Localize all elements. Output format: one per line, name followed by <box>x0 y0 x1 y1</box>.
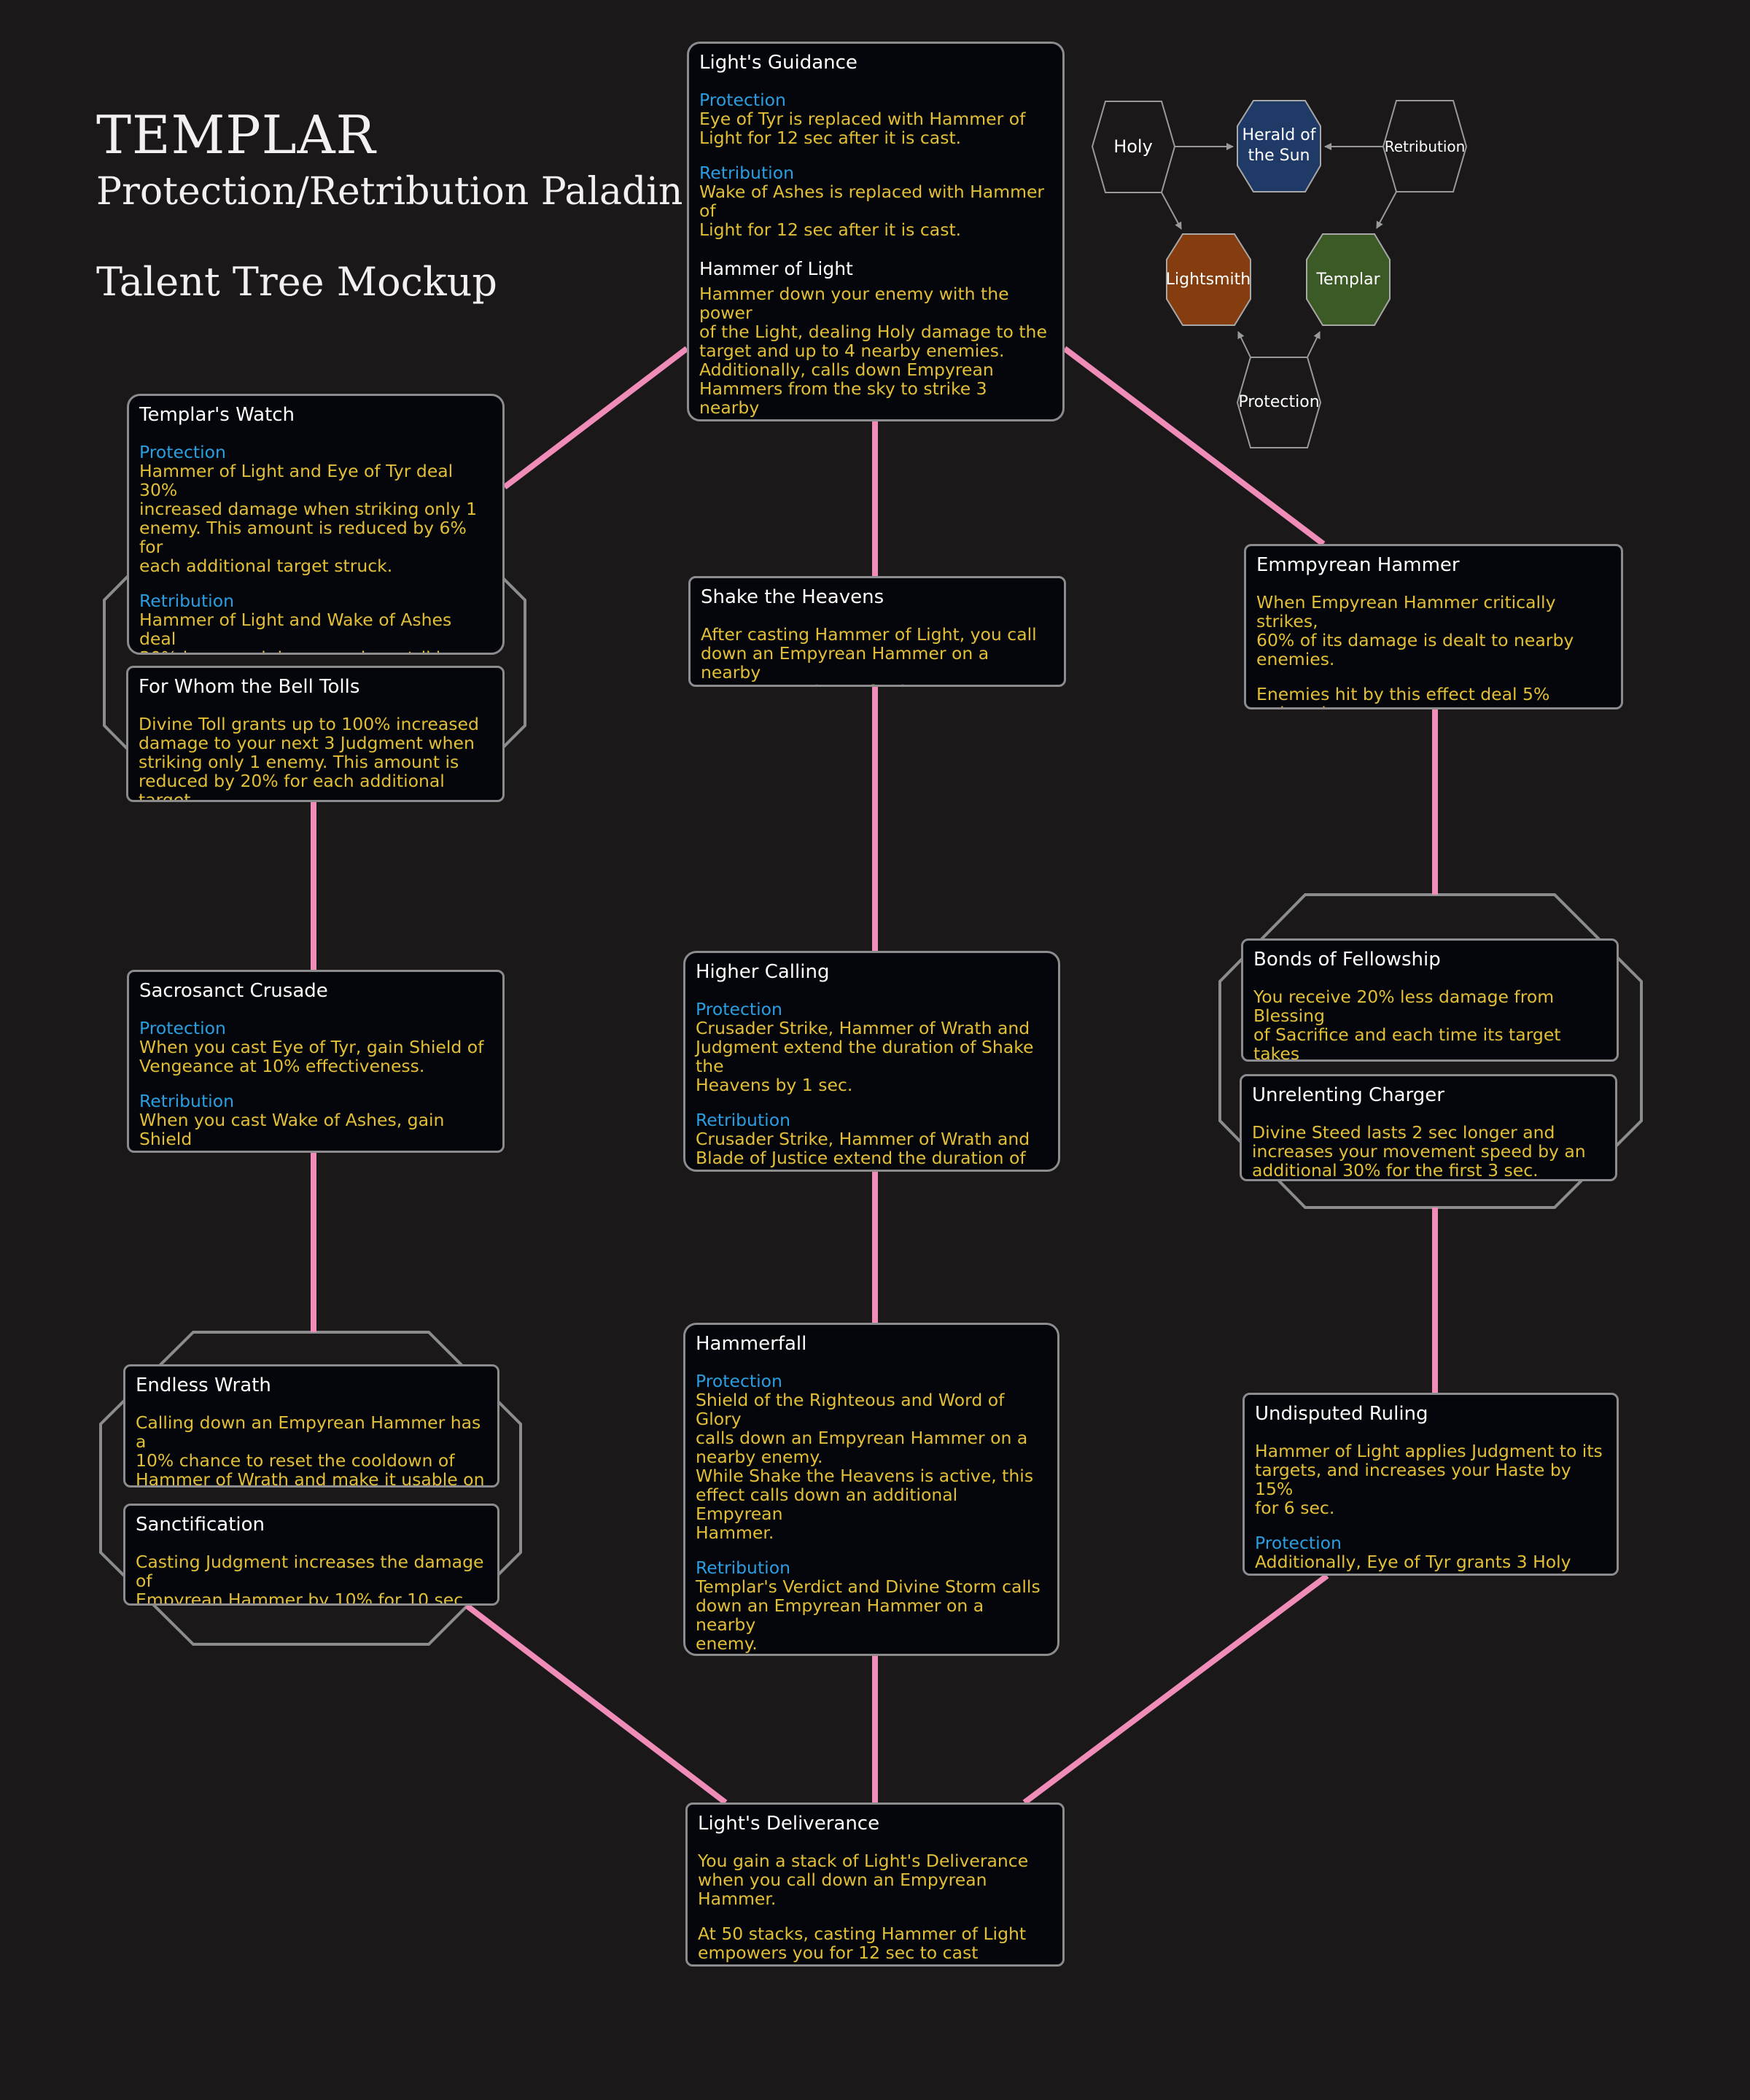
node-name: Shake the Heavens <box>701 586 884 608</box>
node-description: Shield of the Righteous and Word of Glor… <box>696 1390 1034 1543</box>
node-bonds-of-fellowship[interactable]: Bonds of Fellowship You receive 20% less… <box>1241 938 1619 1062</box>
spec-label-protection: Protection <box>696 999 782 1019</box>
legend-arrow-prot-templar <box>1307 331 1321 358</box>
node-description: Additionally, Eye of Tyr grants 3 Holy P… <box>1255 1552 1571 1574</box>
node-description: Casting Judgment increases the damage of… <box>136 1552 484 1606</box>
node-name: Sacrosanct Crusade <box>139 980 328 1002</box>
node-description: After casting Hammer of Light, you call … <box>701 624 1037 685</box>
node-higher-calling[interactable]: Higher Calling Protection Crusader Strik… <box>683 951 1060 1172</box>
spec-label-retribution: Retribution <box>696 1558 790 1578</box>
spec-label-retribution: Retribution <box>139 591 234 611</box>
node-name: Undisputed Ruling <box>1255 1403 1428 1425</box>
edge-ruling-deliverance <box>1022 1573 1329 1805</box>
legend-label-lightsmith: Lightsmith <box>1165 271 1251 289</box>
node-description: Wake of Ashes is replaced with Hammer of… <box>699 182 1045 240</box>
node-description: You gain a stack of Light's Deliverance … <box>698 1851 1029 1909</box>
node-description: Crusader Strike, Hammer of Wrath and Jud… <box>696 1018 1034 1095</box>
page-subtitle: Protection/Retribution Paladin <box>96 170 683 214</box>
legend-label-protection: Protection <box>1238 393 1320 411</box>
legend-label-templar: Templar <box>1316 271 1380 289</box>
spec-label-protection: Protection <box>139 442 226 462</box>
ability-description: Hammer down your enemy with the power of… <box>699 284 1047 419</box>
ability-name: Hammer of Light <box>699 258 853 279</box>
node-undisputed-ruling[interactable]: Undisputed Ruling Hammer of Light applie… <box>1242 1393 1619 1576</box>
node-description: When you cast Eye of Tyr, gain Shield of… <box>139 1037 484 1076</box>
node-description: Hammer of Light and Eye of Tyr deal 30% … <box>139 461 478 576</box>
legend-arrow-ret-templar <box>1376 191 1397 229</box>
node-unrelenting-charger[interactable]: Unrelenting Charger Divine Steed lasts 2… <box>1240 1074 1617 1181</box>
node-name: Bonds of Fellowship <box>1253 949 1441 971</box>
node-description: Hammer of Light applies Judgment to its … <box>1255 1441 1603 1518</box>
node-description: Templar's Verdict and Divine Storm calls… <box>696 1576 1041 1654</box>
node-description: You receive 20% less damage from Blessin… <box>1253 987 1561 1062</box>
legend-label-holy: Holy <box>1113 136 1153 157</box>
spec-label-protection: Protection <box>1255 1533 1342 1553</box>
node-description: Enemies hit by this effect deal 5% reduc… <box>1256 684 1550 707</box>
node-description: At 50 stacks, casting Hammer of Light em… <box>698 1924 1027 1964</box>
node-hammerfall[interactable]: Hammerfall Protection Shield of the Righ… <box>683 1323 1059 1656</box>
node-description: When Empyrean Hammer critically strikes,… <box>1256 592 1574 669</box>
legend-label-herald-of-the-sun: Herald of the Sun <box>1242 126 1316 165</box>
node-name: Emmpyrean Hammer <box>1256 554 1460 576</box>
page-title: TEMPLAR <box>96 104 376 166</box>
node-name: Sanctification <box>136 1514 265 1536</box>
node-emmpyrean-hammer[interactable]: Emmpyrean Hammer When Empyrean Hammer cr… <box>1244 544 1623 709</box>
edge-guidance-watch <box>502 346 689 490</box>
node-shake-the-heavens[interactable]: Shake the Heavens After casting Hammer o… <box>688 576 1066 687</box>
spec-label-retribution: Retribution <box>696 1110 790 1130</box>
node-description: Hammer of Light and Wake of Ashes deal 3… <box>139 610 462 653</box>
spec-label-protection: Protection <box>696 1371 782 1391</box>
spec-label-retribution: Retribution <box>699 163 794 183</box>
node-name: Hammerfall <box>696 1333 807 1355</box>
node-sanctification[interactable]: Sanctification Casting Judgment increase… <box>123 1504 499 1606</box>
spec-label-retribution: Retribution <box>139 1091 234 1111</box>
node-endless-wrath[interactable]: Endless Wrath Calling down an Empyrean H… <box>123 1364 499 1488</box>
node-description: Crusader Strike, Hammer of Wrath and Bla… <box>696 1129 1030 1170</box>
spec-label-protection: Protection <box>139 1018 226 1038</box>
node-description: Divine Toll grants up to 100% increased … <box>139 714 479 802</box>
title-block: TEMPLAR Protection/Retribution Paladin T… <box>96 106 682 306</box>
node-description: Eye of Tyr is replaced with Hammer of Li… <box>699 109 1026 148</box>
node-description: Divine Steed lasts 2 sec longer and incr… <box>1252 1122 1586 1181</box>
node-templars-watch[interactable]: Templar's Watch Protection Hammer of Lig… <box>127 394 505 655</box>
node-name: Templar's Watch <box>139 404 295 426</box>
node-name: Light's Deliverance <box>698 1813 880 1835</box>
legend-arrow-prot-lightsmith <box>1237 331 1251 358</box>
node-description: When you cast Wake of Ashes, gain Shield… <box>139 1110 446 1151</box>
page-caption: Talent Tree Mockup <box>96 259 497 305</box>
node-name: Endless Wrath <box>136 1374 271 1396</box>
node-name: Higher Calling <box>696 961 830 983</box>
node-for-whom-the-bell-tolls[interactable]: For Whom the Bell Tolls Divine Toll gran… <box>126 666 505 802</box>
node-name: Light's Guidance <box>699 52 858 74</box>
node-lights-deliverance[interactable]: Light's Deliverance You gain a stack of … <box>685 1802 1065 1967</box>
spec-label-protection: Protection <box>699 90 786 110</box>
legend-label-retribution: Retribution <box>1384 138 1466 155</box>
node-name: Unrelenting Charger <box>1252 1084 1444 1106</box>
hero-tree-legend: Holy Retribution Protection Herald of th… <box>1086 88 1728 467</box>
node-name: For Whom the Bell Tolls <box>139 676 360 698</box>
node-sacrosanct-crusade[interactable]: Sacrosanct Crusade Protection When you c… <box>127 970 505 1153</box>
node-description: Calling down an Empyrean Hammer has a 10… <box>136 1412 485 1488</box>
legend-arrow-holy-lightsmith <box>1161 192 1182 230</box>
node-lights-guidance[interactable]: Light's Guidance Protection Eye of Tyr i… <box>687 42 1065 421</box>
